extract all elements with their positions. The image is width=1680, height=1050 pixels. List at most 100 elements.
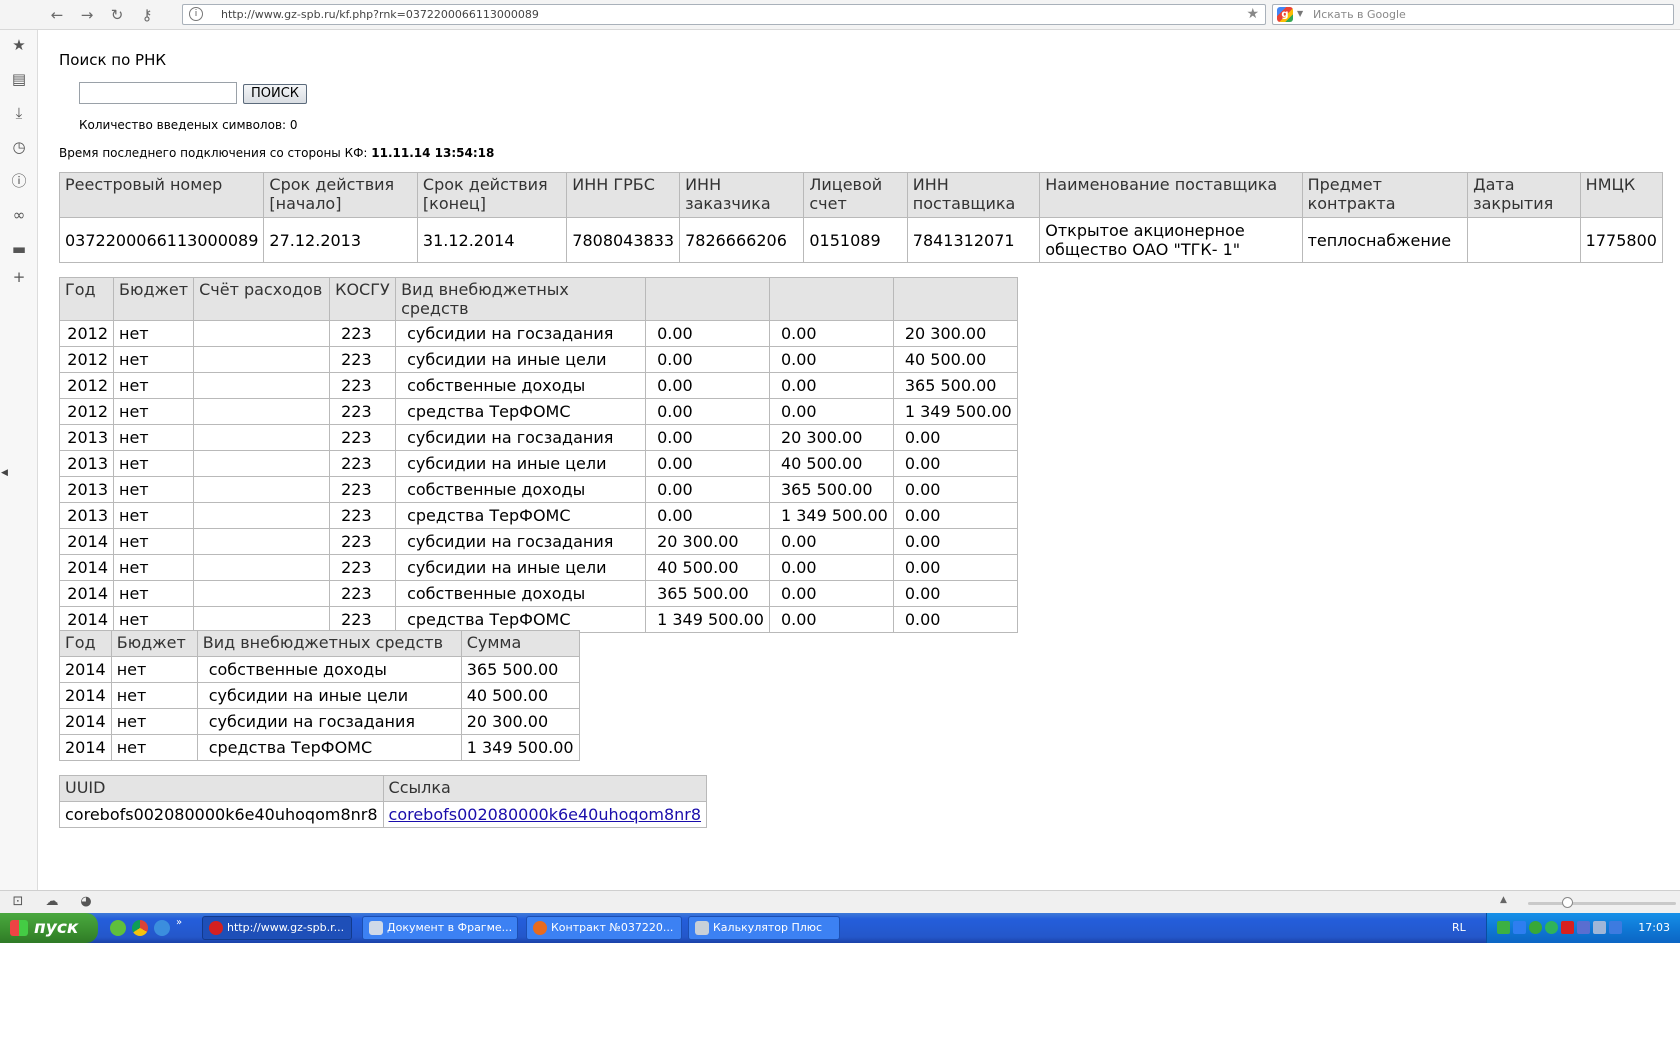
cloud-icon[interactable]: ☁ bbox=[44, 894, 60, 910]
table-cell: 223 bbox=[329, 424, 397, 451]
bookmarks-icon[interactable]: ★ bbox=[10, 36, 28, 54]
reload-icon[interactable]: ↻ bbox=[106, 4, 128, 26]
table-cell bbox=[193, 424, 331, 451]
zoom-slider[interactable] bbox=[1528, 897, 1676, 908]
task-opera[interactable]: http://www.gz-spb.r... bbox=[202, 916, 352, 940]
search-button[interactable]: ПОИСК bbox=[243, 84, 307, 104]
table-cell: 27.12.2013 bbox=[263, 217, 418, 263]
history-icon[interactable]: ◷ bbox=[10, 138, 28, 156]
tray-green-icon[interactable] bbox=[1545, 921, 1558, 934]
table-row: 2014 нет средства ТерФОМС 1 349 500.00 bbox=[59, 734, 580, 761]
start-button[interactable]: пуск bbox=[0, 913, 98, 943]
task-document[interactable]: Документ в Фрагме... bbox=[362, 916, 518, 940]
volume-icon[interactable] bbox=[1593, 921, 1606, 934]
links-icon[interactable]: ∞ bbox=[10, 206, 28, 224]
firefox-icon bbox=[533, 921, 547, 935]
header-cell bbox=[645, 277, 770, 321]
table-row: 2012 нет 223 собственные доходы 0.00 0.00 365 … bbox=[59, 372, 1018, 399]
table-cell: 223 bbox=[329, 476, 397, 503]
downloads-icon[interactable]: ⤓ bbox=[10, 104, 28, 122]
side-panel: ★ ▤ ⤓ ◷ ⓘ ∞ ▬ + ◀ bbox=[0, 30, 38, 890]
url-text[interactable]: http://www.gz-spb.ru/kf.php?rnk=03722000… bbox=[221, 8, 539, 21]
notes-icon[interactable]: ▤ bbox=[10, 70, 28, 88]
table-cell: 365 500.00 bbox=[645, 580, 770, 607]
chrome-icon[interactable] bbox=[132, 920, 148, 936]
search-box[interactable]: g ▼ Искать в Google bbox=[1272, 4, 1674, 25]
table-cell: нет bbox=[112, 424, 195, 451]
table-cell: 7826666206 bbox=[679, 217, 805, 263]
table-cell bbox=[193, 320, 331, 347]
back-arrow-icon[interactable]: ← bbox=[46, 4, 68, 26]
header-cell: Наименование поставщика bbox=[1039, 172, 1303, 218]
table-cell: 0.00 bbox=[892, 606, 1018, 633]
tray-kaspersky-icon[interactable] bbox=[1561, 921, 1574, 934]
table-cell: Открытое акционерное общество ОАО "ТГК- … bbox=[1039, 217, 1303, 263]
address-bar[interactable]: i http://www.gz-spb.ru/kf.php?rnk=037220… bbox=[182, 4, 1266, 25]
table-cell bbox=[193, 606, 331, 633]
header-cell: ИНН ГРБС bbox=[566, 172, 681, 218]
table-cell: 0.00 bbox=[892, 476, 1018, 503]
zoom-knob[interactable] bbox=[1562, 897, 1573, 908]
table-cell: 1 349 500.00 bbox=[892, 398, 1018, 425]
budget-table: Год Бюджет Счёт расходов КОСГУ Вид внебюджет… bbox=[59, 277, 1018, 633]
tray-a-icon[interactable] bbox=[1497, 921, 1510, 934]
header-cell: Год bbox=[59, 277, 114, 321]
table-cell: 2014 bbox=[59, 554, 114, 581]
header-cell: НМЦК bbox=[1579, 172, 1664, 218]
table-cell: 0.00 bbox=[645, 320, 770, 347]
tray-monitor-icon[interactable] bbox=[1577, 921, 1590, 934]
key-icon[interactable]: ⚷ bbox=[136, 4, 158, 26]
table-row: 2013 нет 223 средства ТерФОМС 0.00 1 349 500.… bbox=[59, 502, 1018, 529]
header-cell bbox=[768, 277, 894, 321]
tray-clover-icon[interactable] bbox=[1529, 921, 1542, 934]
header-cell: Предмет контракта bbox=[1301, 172, 1469, 218]
collapse-arrow-icon[interactable]: ◀ bbox=[1, 468, 8, 478]
table-cell: 0.00 bbox=[645, 372, 770, 399]
table-cell: 0.00 bbox=[768, 580, 894, 607]
tray-display-icon[interactable] bbox=[1609, 921, 1622, 934]
table-cell: 0.00 bbox=[892, 528, 1018, 555]
ie-icon[interactable] bbox=[154, 920, 170, 936]
panel-toggle-icon[interactable]: ⊡ bbox=[10, 894, 26, 910]
uuid-link[interactable]: corebofs002080000k6e40uhoqom8nr8 bbox=[389, 805, 702, 824]
add-panel-icon[interactable]: + bbox=[10, 268, 28, 286]
table-cell: субсидии на госзадания bbox=[196, 708, 462, 735]
table-cell bbox=[193, 502, 331, 529]
zoom-up-icon[interactable]: ▲ bbox=[1500, 895, 1507, 905]
table-cell: 0.00 bbox=[892, 450, 1018, 477]
task-label: Калькулятор Плюс bbox=[713, 921, 823, 934]
speed-dial-icon[interactable]: ◕ bbox=[78, 894, 94, 910]
table-cell: собственные доходы bbox=[395, 476, 647, 503]
table-cell: нет bbox=[112, 372, 195, 399]
chevron-down-icon[interactable]: ▼ bbox=[1297, 9, 1303, 18]
table-cell: 2013 bbox=[59, 476, 114, 503]
table-cell: 2014 bbox=[59, 734, 112, 761]
table-cell: теплоснабжение bbox=[1301, 217, 1469, 263]
search-placeholder[interactable]: Искать в Google bbox=[1313, 8, 1406, 21]
table-cell: 1775800 bbox=[1579, 217, 1664, 263]
rnk-search-input[interactable] bbox=[79, 82, 237, 104]
calculator-icon bbox=[695, 921, 709, 935]
table-cell: 365 500.00 bbox=[892, 372, 1018, 399]
bookmark-star-icon[interactable]: ★ bbox=[1246, 6, 1259, 22]
language-indicator[interactable]: RL bbox=[1452, 921, 1466, 934]
table-cell: 2014 bbox=[59, 656, 112, 683]
tray-network-icon[interactable] bbox=[1513, 921, 1526, 934]
header-cell bbox=[892, 277, 1018, 321]
forward-arrow-icon[interactable]: → bbox=[76, 4, 98, 26]
windows-icon[interactable]: ▬ bbox=[10, 240, 28, 258]
table-cell: 2014 bbox=[59, 606, 114, 633]
table-cell: 0372200066113000089 bbox=[58, 217, 265, 263]
site-info-icon[interactable]: i bbox=[189, 7, 203, 21]
info-icon[interactable]: ⓘ bbox=[10, 172, 28, 190]
table-cell: 2014 bbox=[59, 708, 112, 735]
quicklaunch-icon-1[interactable] bbox=[110, 920, 126, 936]
table-cell: 2013 bbox=[59, 450, 114, 477]
google-icon[interactable]: g bbox=[1277, 7, 1293, 22]
more-quicklaunch-icon[interactable]: » bbox=[176, 917, 186, 928]
task-firefox[interactable]: Контракт №037220... bbox=[526, 916, 682, 940]
table-cell: нет bbox=[110, 734, 198, 761]
task-calculator[interactable]: Калькулятор Плюс bbox=[688, 916, 840, 940]
header-cell: Бюджет bbox=[112, 277, 195, 321]
task-label: Документ в Фрагме... bbox=[387, 921, 513, 934]
